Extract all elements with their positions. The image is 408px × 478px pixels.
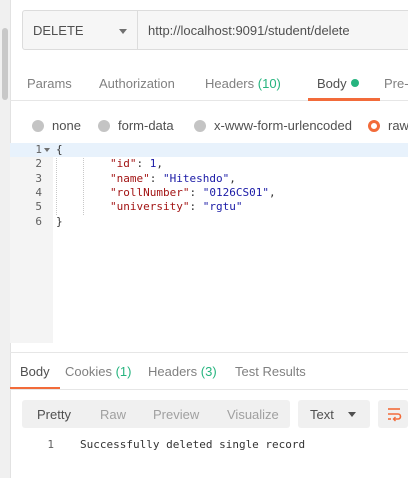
active-tab-indicator [308,98,380,101]
code-field: "name": "Hiteshdo", [110,171,236,185]
radio-circle-icon [194,119,206,132]
code-line: 5 "university": "rgtu" [10,200,408,214]
response-tabs: Body Cookies (1) Headers (3) Test Result… [10,352,408,390]
tab-body-label: Body [317,76,347,91]
code-field: "university": "rgtu" [110,200,243,214]
url-input[interactable]: http://localhost:9091/student/delete [138,10,408,50]
dot-icon [350,79,359,87]
tab-body[interactable]: Body [317,76,359,91]
json-key: "id" [110,157,137,171]
active-tab-indicator [10,387,60,389]
line-number: 1 [35,143,42,156]
body-type-options: none form-data x-www-form-urlencoded raw [22,116,408,136]
radio-selected-icon [368,119,380,132]
json-value: "0126CS01" [202,185,269,199]
tab-cookies-label: Cookies [65,364,112,379]
pretty-button[interactable]: Pretty [37,407,71,422]
tab-headers-label: Headers [205,76,255,91]
tab-cookies-count: (1) [115,364,132,379]
chevron-down-icon [119,29,127,34]
json-key: "rollNumber" [110,185,190,199]
wrap-lines-button[interactable] [378,400,408,428]
method-label: DELETE [33,22,84,38]
tab-headers-count: (10) [257,76,281,91]
tab-headers[interactable]: Headers (10) [205,76,281,91]
request-url-bar: DELETE http://localhost:9091/student/del… [22,10,408,50]
tab-test-results[interactable]: Test Results [235,364,306,379]
code-line: 2 "id": 1, [10,157,408,171]
wrap-lines-icon [388,408,402,422]
response-format-select[interactable]: Text [298,400,370,428]
tab-response-headers-count: (3) [200,364,217,379]
radio-urlencoded[interactable]: x-www-form-urlencoded [194,118,352,133]
json-value: "Hiteshdo" [163,171,230,185]
radio-raw[interactable]: raw [368,118,408,133]
request-tabs: Params Authorization Headers (10) Body P… [10,62,408,101]
line-number: 2 [35,157,42,171]
code-line: 1 { [10,143,408,158]
tab-response-headers-label: Headers [148,364,198,379]
url-text: http://localhost:9091/student/delete [148,22,350,38]
code-line: 4 "rollNumber": "0126CS01", [10,186,408,200]
line-number: 4 [35,185,42,199]
tab-params[interactable]: Params [27,76,72,91]
request-body-editor[interactable]: 1 { 2 "id": 1, 3 "name": "Hiteshdo", 4 "… [10,143,408,343]
chevron-down-icon [348,412,356,417]
radio-none-label: none [52,118,81,133]
tab-response-headers[interactable]: Headers (3) [148,364,217,379]
response-body: 1 Successfully deleted single record [10,438,408,454]
code-line: 3 "name": "Hiteshdo", [10,172,408,186]
fold-arrow-icon[interactable] [44,148,50,152]
radio-form-data[interactable]: form-data [98,118,174,133]
line-number: 1 [47,438,54,451]
code-line: 6 } [10,215,408,229]
tab-pre-request-script[interactable]: Pre- [384,76,408,91]
json-value: "rgtu" [202,200,243,214]
raw-button[interactable]: Raw [100,407,126,422]
code-field: "rollNumber": "0126CS01", [110,185,276,199]
radio-form-data-label: form-data [118,118,174,133]
tab-response-body[interactable]: Body [20,364,50,379]
radio-none[interactable]: none [32,118,81,133]
preview-button[interactable]: Preview [153,407,199,422]
line-number: 3 [35,171,42,185]
radio-circle-icon [98,119,110,132]
radio-raw-label: raw [388,118,408,133]
code-close-brace: } [56,214,63,228]
line-number: 6 [35,214,42,228]
code-open-brace: { [56,143,63,156]
visualize-button[interactable]: Visualize [227,407,279,422]
line-number: 5 [35,200,42,214]
radio-circle-icon [32,119,44,132]
code-field: "id": 1, [110,157,163,171]
response-view-switcher: Pretty Raw Preview Visualize [22,400,290,428]
format-label: Text [310,407,334,422]
json-key: "university" [110,200,190,214]
tab-authorization[interactable]: Authorization [99,76,175,91]
scrollbar-thumb[interactable] [2,28,8,100]
radio-urlencoded-label: x-www-form-urlencoded [214,118,352,133]
response-text: Successfully deleted single record [80,438,306,451]
tab-response-cookies[interactable]: Cookies (1) [65,364,131,379]
method-select[interactable]: DELETE [22,10,138,50]
json-key: "name" [110,171,150,185]
